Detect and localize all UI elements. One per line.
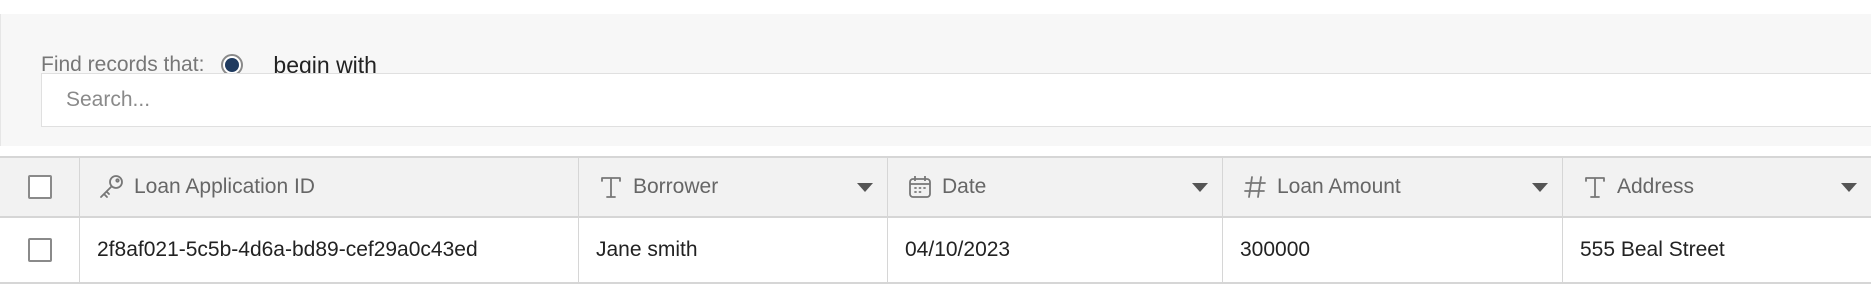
hash-icon (1241, 173, 1269, 201)
grid-header-row: Loan Application ID Borrower Date Loan A… (0, 156, 1871, 218)
text-type-icon (597, 173, 625, 201)
chevron-down-icon[interactable] (1532, 183, 1548, 192)
column-header-borrower[interactable]: Borrower (579, 158, 888, 216)
column-label: Date (942, 175, 987, 198)
table-row[interactable]: 2f8af021-5c5b-4d6a-bd89-cef29a0c43ed Jan… (0, 218, 1871, 284)
column-header-date[interactable]: Date (888, 158, 1223, 216)
select-all-cell (0, 158, 80, 216)
row-checkbox[interactable] (27, 238, 52, 262)
cell-value: 04/10/2023 (905, 238, 1011, 261)
chevron-down-icon[interactable] (1841, 183, 1857, 192)
cell-value: 300000 (1240, 238, 1311, 261)
cell-value: Jane smith (596, 238, 698, 261)
column-label: Loan Application ID (134, 175, 315, 198)
cell-borrower[interactable]: Jane smith (579, 218, 888, 282)
chevron-down-icon[interactable] (857, 183, 873, 192)
key-icon (98, 173, 126, 201)
row-select-cell (0, 218, 80, 282)
column-header-address[interactable]: Address (1563, 158, 1871, 216)
text-type-icon (1581, 173, 1609, 201)
records-grid: Loan Application ID Borrower Date Loan A… (0, 156, 1871, 284)
search-input[interactable] (41, 73, 1871, 127)
column-label: Loan Amount (1277, 175, 1401, 198)
cell-address[interactable]: 555 Beal Street (1563, 218, 1871, 282)
column-header-loan-amount[interactable]: Loan Amount (1223, 158, 1563, 216)
cell-value: 2f8af021-5c5b-4d6a-bd89-cef29a0c43ed (97, 238, 478, 261)
cell-loan-application-id[interactable]: 2f8af021-5c5b-4d6a-bd89-cef29a0c43ed (80, 218, 579, 282)
search-panel: Find records that: begin with (0, 14, 1871, 146)
calendar-icon (906, 173, 934, 201)
radio-selected-dot (225, 58, 240, 72)
column-header-loan-application-id[interactable]: Loan Application ID (80, 158, 579, 216)
column-label: Address (1617, 175, 1695, 198)
cell-date[interactable]: 04/10/2023 (888, 218, 1223, 282)
cell-value: 555 Beal Street (1580, 238, 1725, 261)
column-label: Borrower (633, 175, 719, 198)
cell-loan-amount[interactable]: 300000 (1223, 218, 1563, 282)
chevron-down-icon[interactable] (1192, 183, 1208, 192)
select-all-checkbox[interactable] (27, 175, 52, 199)
